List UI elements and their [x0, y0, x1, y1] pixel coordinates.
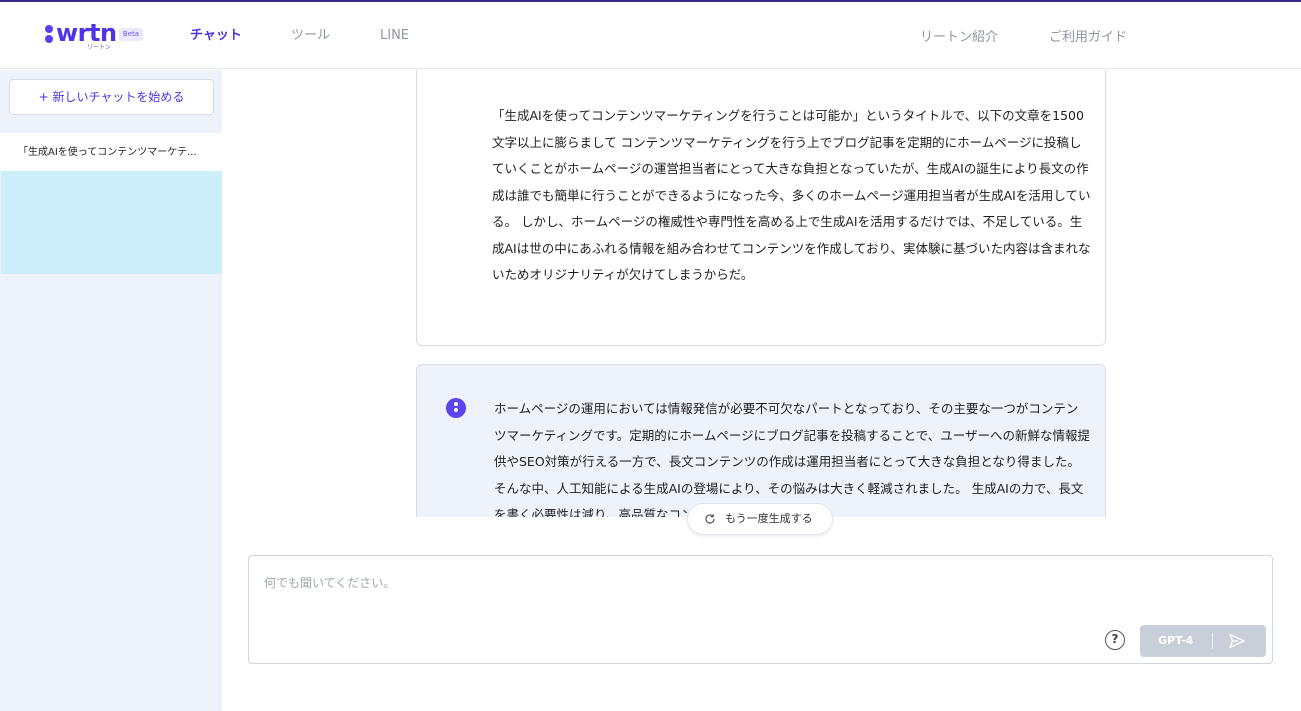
chat-history-item[interactable]: 「生成AIを使ってコンテンツマーケテ... [0, 133, 222, 171]
wrtn-logo[interactable]: wrtn リートン Beta [44, 19, 144, 54]
model-selector[interactable]: GPT-4 [1158, 625, 1193, 657]
regenerate-button[interactable]: もう一度生成する [687, 503, 833, 535]
sidebar: + 新しいチャットを始める 「生成AIを使ってコンテンツマーケテ... [0, 70, 222, 711]
assistant-avatar-icon [446, 398, 466, 418]
send-controls: GPT-4 [1140, 625, 1266, 657]
logo-dots-icon [44, 25, 54, 45]
send-divider [1212, 633, 1213, 649]
chat-highlight-area [1, 171, 222, 274]
chat-composer: ? GPT-4 [248, 555, 1273, 664]
send-icon[interactable] [1228, 633, 1246, 649]
logo-subtitle: リートン [87, 44, 112, 51]
header: wrtn リートン Beta チャット ツール LINE リートン紹介 ご利用ガ… [0, 2, 1301, 69]
link-about-wrtn[interactable]: リートン紹介 [920, 30, 998, 46]
link-usage-guide[interactable]: ご利用ガイド [1049, 30, 1127, 46]
nav-line[interactable]: LINE [380, 28, 409, 44]
user-message-text: 「生成AIを使ってコンテンツマーケティングを行うことは可能か」というタイトルで、… [492, 108, 1091, 282]
regenerate-label: もう一度生成する [725, 512, 813, 525]
user-message: 「生成AIを使ってコンテンツマーケティングを行うことは可能か」というタイトルで、… [416, 70, 1106, 346]
message-input[interactable] [249, 556, 1272, 626]
beta-badge: Beta [119, 28, 143, 41]
assistant-message: ホームページの運用においては情報発信が必要不可欠なパートとなっており、その主要な… [416, 364, 1106, 517]
new-chat-button[interactable]: + 新しいチャットを始める [9, 79, 214, 115]
assistant-message-text: ホームページの運用においては情報発信が必要不可欠なパートとなっており、その主要な… [494, 401, 1091, 517]
nav-tools[interactable]: ツール [291, 28, 330, 44]
nav-chat[interactable]: チャット [190, 28, 242, 44]
refresh-icon [705, 514, 715, 524]
help-icon[interactable]: ? [1105, 630, 1125, 650]
